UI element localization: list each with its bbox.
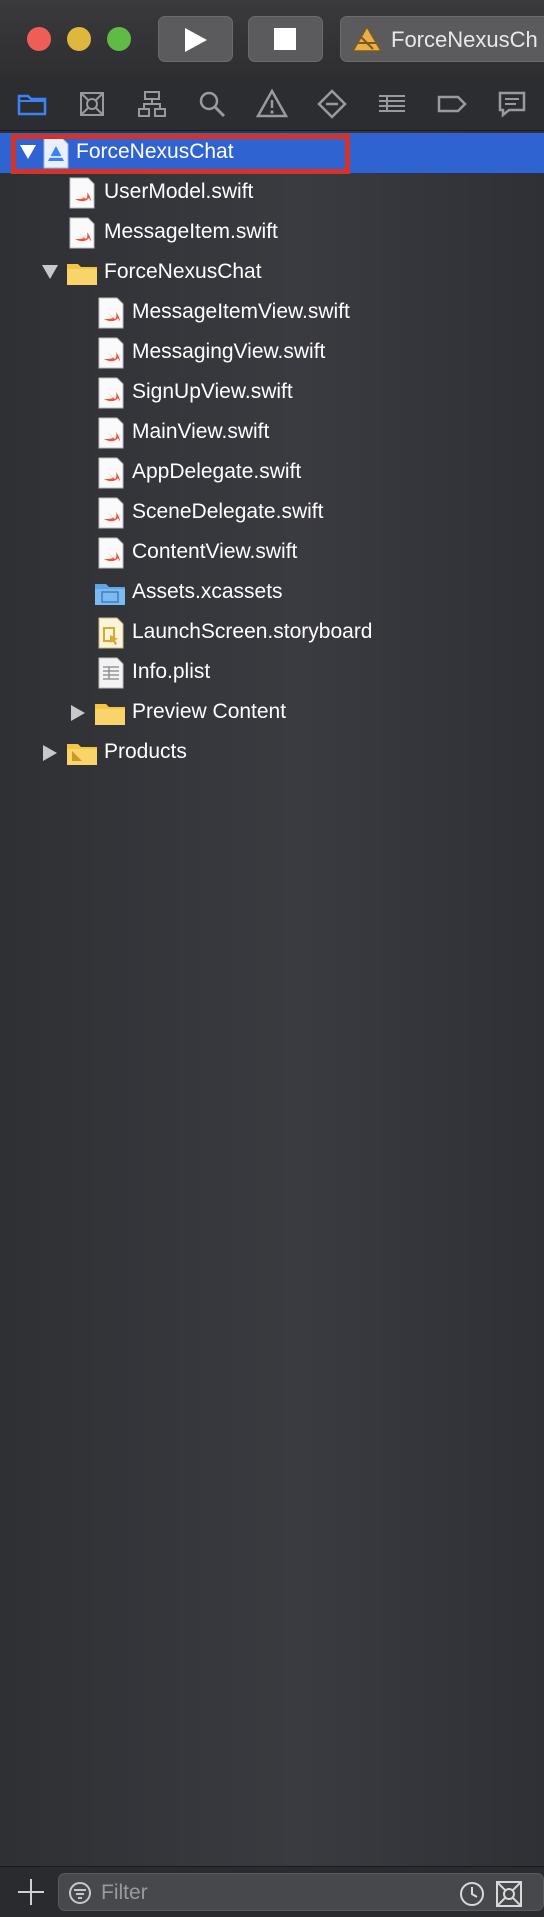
tree-item-label: UserModel.swift [104, 180, 254, 203]
search-icon[interactable] [196, 88, 228, 120]
source-control-filter-icon[interactable] [495, 1880, 523, 1908]
folder-icon[interactable] [16, 88, 48, 120]
app-scheme-icon [351, 25, 383, 52]
tree-item-file[interactable]: AppDelegate.swift [0, 453, 544, 493]
tree-item-label: LaunchScreen.storyboard [132, 620, 373, 643]
tree-item-file[interactable]: LaunchScreen.storyboard [0, 613, 544, 653]
folder-icon [67, 264, 97, 285]
swift-file-icon [69, 177, 95, 209]
tree-item-label: SceneDelegate.swift [132, 500, 324, 523]
plist-file-icon [98, 657, 124, 689]
run-button[interactable] [158, 16, 233, 62]
folder-icon [95, 704, 125, 725]
tree-item-file[interactable]: SignUpView.swift [0, 373, 544, 413]
scheme-label: ForceNexusCh [391, 27, 538, 52]
tree-item-label: MessageItem.swift [104, 220, 278, 243]
disclosure-triangle-open-icon[interactable] [42, 265, 58, 279]
scheme-selector[interactable]: ForceNexusCh [340, 16, 544, 62]
zoom-window-button[interactable] [107, 27, 131, 51]
tree-item-label: MessagingView.swift [132, 340, 326, 363]
tree-item-label: MessageItemView.swift [132, 300, 350, 323]
diamond-icon[interactable] [316, 88, 348, 120]
tree-item-group[interactable]: Products [0, 733, 544, 773]
tree-item-file[interactable]: SceneDelegate.swift [0, 493, 544, 533]
play-icon [185, 28, 207, 52]
warning-icon[interactable] [255, 88, 289, 120]
storyboard-file-icon [98, 617, 124, 649]
swift-file-icon [98, 417, 124, 449]
tree-item-label: Info.plist [132, 660, 211, 683]
highlight-annotation-box [11, 134, 350, 174]
tree-item-label: AppDelegate.swift [132, 460, 302, 483]
tree-item-group[interactable]: Preview Content [0, 693, 544, 733]
minimize-window-button[interactable] [67, 27, 91, 51]
source-control-icon[interactable] [76, 88, 108, 120]
swift-file-icon [98, 537, 124, 569]
close-window-button[interactable] [27, 27, 51, 51]
tree-item-label: Assets.xcassets [132, 580, 283, 603]
stop-button[interactable] [248, 16, 323, 62]
list-icon[interactable] [376, 88, 408, 120]
tree-item-file[interactable]: ContentView.swift [0, 533, 544, 573]
asset-catalog-icon [95, 584, 125, 605]
tree-item-label: Preview Content [132, 700, 287, 723]
swift-file-icon [98, 337, 124, 369]
navigator-selector-bar [0, 78, 544, 131]
filter-input[interactable] [99, 1878, 453, 1908]
swift-file-icon [98, 297, 124, 329]
add-icon[interactable] [16, 1877, 46, 1907]
window-titlebar: ForceNexusCh [0, 0, 544, 79]
swift-file-icon [69, 217, 95, 249]
tree-item-file[interactable]: MessageItem.swift [0, 213, 544, 253]
products-folder-icon [67, 744, 97, 765]
tree-item-file[interactable]: UserModel.swift [0, 173, 544, 213]
swift-file-icon [98, 497, 124, 529]
tree-item-file[interactable]: MessageItemView.swift [0, 293, 544, 333]
speech-bubble-icon[interactable] [496, 88, 528, 120]
disclosure-triangle-closed-icon[interactable] [71, 705, 85, 721]
tag-icon[interactable] [436, 88, 468, 120]
tree-item-file[interactable]: MainView.swift [0, 413, 544, 453]
swift-file-icon [98, 377, 124, 409]
swift-file-icon [98, 457, 124, 489]
tree-item-label: Products [104, 740, 187, 763]
navigator-filter-bar [0, 1866, 544, 1917]
filter-field[interactable] [58, 1873, 544, 1911]
tree-item-group[interactable]: ForceNexusChat [0, 253, 544, 293]
filter-icon [69, 1882, 91, 1904]
tree-item-label: ForceNexusChat [104, 260, 262, 283]
disclosure-triangle-closed-icon[interactable] [43, 745, 57, 761]
tree-item-label: SignUpView.swift [132, 380, 293, 403]
tree-item-file[interactable]: MessagingView.swift [0, 333, 544, 373]
tree-item-file[interactable]: Info.plist [0, 653, 544, 693]
tree-item-file[interactable]: Assets.xcassets [0, 573, 544, 613]
hierarchy-icon[interactable] [136, 88, 168, 120]
tree-item-label: ContentView.swift [132, 540, 298, 563]
stop-icon [274, 28, 296, 50]
tree-item-label: MainView.swift [132, 420, 270, 443]
clock-icon[interactable] [459, 1881, 485, 1907]
